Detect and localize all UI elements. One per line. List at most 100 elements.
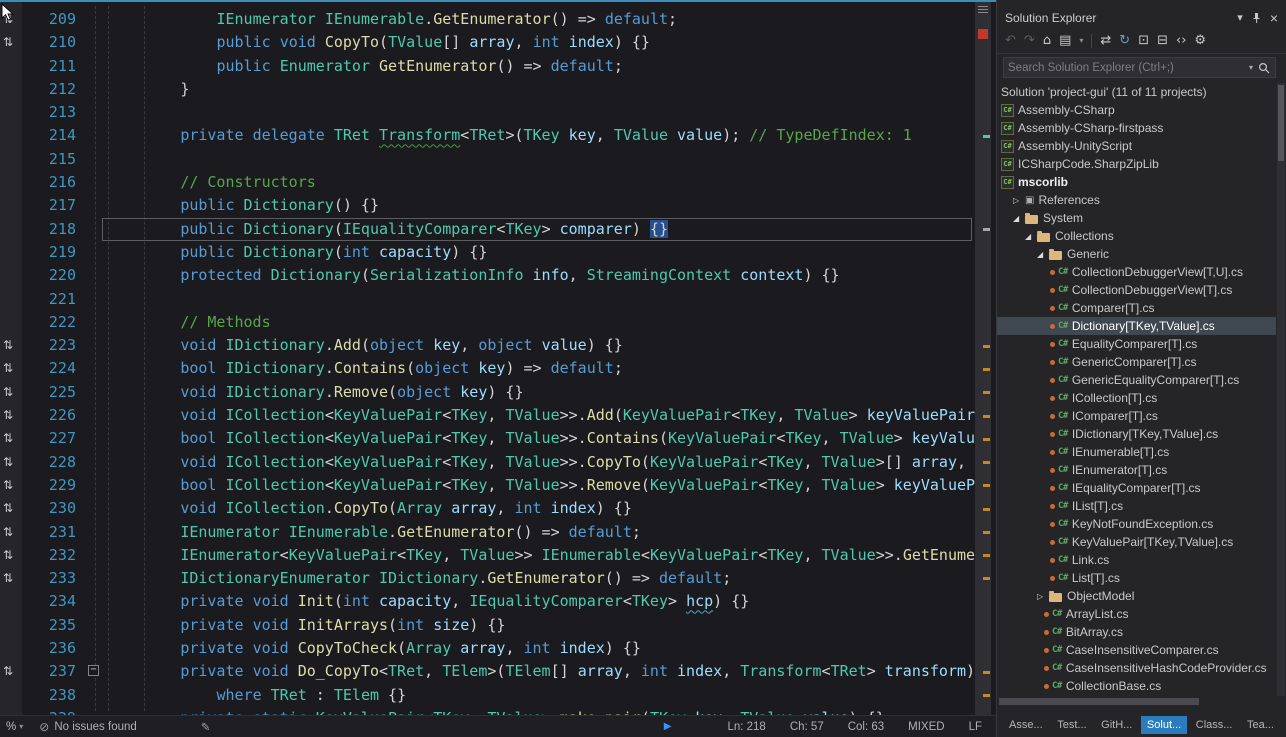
code-line[interactable]: ⇅232IEnumerator<KeyValuePair<TKey, TValu… bbox=[0, 544, 975, 567]
implements-icon[interactable]: ⇅ bbox=[3, 660, 13, 683]
code-line[interactable]: 234private void Init(int capacity, IEqua… bbox=[0, 590, 975, 613]
code-line[interactable]: 219public Dictionary(int capacity) {} bbox=[0, 241, 975, 264]
code-line[interactable]: ⇅224bool IDictionary.Contains(object key… bbox=[0, 357, 975, 380]
implements-icon[interactable]: ⇅ bbox=[3, 474, 13, 497]
implements-icon[interactable]: ⇅ bbox=[3, 521, 13, 544]
fold-collapse-icon[interactable]: − bbox=[88, 665, 99, 676]
tool-window-tab[interactable]: Solut... bbox=[1141, 716, 1187, 734]
tree-item[interactable]: C#CaseInsensitiveComparer.cs bbox=[997, 641, 1276, 659]
expander-icon[interactable]: ▷ bbox=[1037, 592, 1049, 601]
tree-item[interactable]: C#CollectionBase.cs bbox=[997, 677, 1276, 695]
home-icon[interactable]: ⌂ bbox=[1043, 34, 1051, 47]
switch-views-icon[interactable]: ▤ bbox=[1059, 34, 1071, 47]
code-line[interactable]: 211public Enumerator GetEnumerator() => … bbox=[0, 55, 975, 78]
tree-item[interactable]: C#IEqualityComparer[T].cs bbox=[997, 479, 1276, 497]
code-line[interactable]: ⇅237−private void Do_CopyTo<TRet, TElem>… bbox=[0, 660, 975, 683]
expander-icon[interactable]: ◢ bbox=[1013, 214, 1025, 223]
code-lines[interactable]: ⇅209IEnumerator IEnumerable.GetEnumerato… bbox=[0, 2, 975, 715]
code-line[interactable]: 215 bbox=[0, 148, 975, 171]
tree-item[interactable]: C#List[T].cs bbox=[997, 569, 1276, 587]
switch-views-dropdown-icon[interactable]: ▾ bbox=[1079, 37, 1083, 45]
implements-icon[interactable]: ⇅ bbox=[3, 427, 13, 450]
chevron-down-icon[interactable]: ▾ bbox=[19, 722, 23, 731]
code-line[interactable]: 217public Dictionary() {} bbox=[0, 194, 975, 217]
code-line[interactable]: ⇅233IDictionaryEnumerator IDictionary.Ge… bbox=[0, 567, 975, 590]
forward-icon[interactable]: ↷ bbox=[1024, 34, 1035, 47]
code-line[interactable]: 216// Constructors bbox=[0, 171, 975, 194]
tree-item[interactable]: ◢System bbox=[997, 209, 1276, 227]
tree-item[interactable]: C#IList[T].cs bbox=[997, 497, 1276, 515]
tree-item[interactable]: ▷▣References bbox=[997, 191, 1276, 209]
tree-item[interactable]: C#ArrayList.cs bbox=[997, 605, 1276, 623]
expander-icon[interactable]: ▷ bbox=[1013, 196, 1025, 205]
tool-window-tab[interactable]: Asse... bbox=[1003, 716, 1049, 734]
code-line[interactable]: 221 bbox=[0, 288, 975, 311]
code-line[interactable]: ⇅210public void CopyTo(TValue[] array, i… bbox=[0, 31, 975, 54]
sync-with-active-document-icon[interactable]: ⇄ bbox=[1100, 34, 1111, 47]
implements-icon[interactable]: ⇅ bbox=[3, 31, 13, 54]
tool-window-tab[interactable]: GitH... bbox=[1095, 716, 1138, 734]
code-line[interactable]: 235private void InitArrays(int size) {} bbox=[0, 614, 975, 637]
code-line[interactable]: ⇅231IEnumerator IEnumerable.GetEnumerato… bbox=[0, 521, 975, 544]
tree-item[interactable]: C#Comparer[T].cs bbox=[997, 299, 1276, 317]
code-line[interactable]: 214private delegate TRet Transform<TRet>… bbox=[0, 124, 975, 147]
tree-item[interactable]: C#IEnumerator[T].cs bbox=[997, 461, 1276, 479]
tree-item[interactable]: C#ICollection[T].cs bbox=[997, 389, 1276, 407]
scrollbar-thumb[interactable] bbox=[999, 698, 1199, 705]
tree-item[interactable]: C#GenericEqualityComparer[T].cs bbox=[997, 371, 1276, 389]
tree-item[interactable]: C#mscorlib bbox=[997, 173, 1276, 191]
search-icon[interactable] bbox=[1258, 62, 1270, 74]
implements-icon[interactable]: ⇅ bbox=[3, 451, 13, 474]
refresh-icon[interactable]: ↻ bbox=[1119, 34, 1130, 47]
line-ending-indicator[interactable]: LF bbox=[969, 721, 982, 733]
code-line[interactable]: ⇅227bool ICollection<KeyValuePair<TKey, … bbox=[0, 427, 975, 450]
tree-horizontal-scrollbar[interactable] bbox=[999, 698, 1272, 706]
tree-item[interactable]: C#Dictionary[TKey,TValue].cs bbox=[997, 317, 1276, 335]
tree-item[interactable]: C#EqualityComparer[T].cs bbox=[997, 335, 1276, 353]
tree-item[interactable]: C#IEnumerable[T].cs bbox=[997, 443, 1276, 461]
line-indicator[interactable]: Ln: 218 bbox=[727, 721, 765, 733]
implements-icon[interactable]: ⇅ bbox=[3, 497, 13, 520]
code-line[interactable]: ⇅228void ICollection<KeyValuePair<TKey, … bbox=[0, 451, 975, 474]
implements-icon[interactable]: ⇅ bbox=[3, 357, 13, 380]
implements-icon[interactable]: ⇅ bbox=[3, 381, 13, 404]
expander-icon[interactable]: ◢ bbox=[1037, 250, 1049, 259]
tree-item[interactable]: C#IDictionary[TKey,TValue].cs bbox=[997, 425, 1276, 443]
chevron-down-icon[interactable]: ▾ bbox=[1249, 63, 1253, 72]
tree-item[interactable]: C#CollectionDebuggerView[T].cs bbox=[997, 281, 1276, 299]
code-line[interactable]: ⇅225void IDictionary.Remove(object key) … bbox=[0, 381, 975, 404]
code-line[interactable]: ⇅209IEnumerator IEnumerable.GetEnumerato… bbox=[0, 8, 975, 31]
indentation-indicator[interactable]: MIXED bbox=[908, 721, 944, 733]
tree-item[interactable]: ▷ObjectModel bbox=[997, 587, 1276, 605]
show-all-files-icon[interactable]: ⊡ bbox=[1138, 34, 1149, 47]
code-line[interactable]: 218public Dictionary(IEqualityComparer<T… bbox=[0, 218, 975, 241]
search-input[interactable] bbox=[1004, 62, 1249, 74]
split-editor-handle[interactable] bbox=[978, 6, 988, 14]
tree-item[interactable]: C#Assembly-CSharp bbox=[997, 101, 1276, 119]
scrollbar-thumb[interactable] bbox=[1278, 85, 1284, 161]
play-icon[interactable]: ▶ bbox=[664, 721, 672, 732]
expander-icon[interactable]: ◢ bbox=[1025, 232, 1037, 241]
close-icon[interactable]: × bbox=[1270, 11, 1278, 25]
zoom-level[interactable]: % bbox=[6, 721, 16, 733]
code-line[interactable]: 239private static KeyValuePair<TKey, TVa… bbox=[0, 707, 975, 715]
editor-vertical-scrollbar[interactable] bbox=[975, 2, 991, 715]
tree-item[interactable]: C#BitArray.cs bbox=[997, 623, 1276, 641]
code-line[interactable]: 222// Methods bbox=[0, 311, 975, 334]
tree-item[interactable]: C#ICSharpCode.SharpZipLib bbox=[997, 155, 1276, 173]
implements-icon[interactable]: ⇅ bbox=[3, 334, 13, 357]
column-indicator[interactable]: Col: 63 bbox=[848, 721, 884, 733]
code-line[interactable]: ⇅229bool ICollection<KeyValuePair<TKey, … bbox=[0, 474, 975, 497]
tree-item[interactable]: Solution 'project-gui' (11 of 11 project… bbox=[997, 83, 1276, 101]
collapse-all-icon[interactable]: ⊟ bbox=[1157, 34, 1168, 47]
code-line[interactable]: 220protected Dictionary(SerializationInf… bbox=[0, 264, 975, 287]
properties-icon[interactable]: ⚙ bbox=[1194, 34, 1206, 47]
tree-item[interactable]: C#CollectionDebuggerView[T,U].cs bbox=[997, 263, 1276, 281]
tree-item[interactable]: C#KeyValuePair[TKey,TValue].cs bbox=[997, 533, 1276, 551]
tree-item[interactable]: C#CaseInsensitiveHashCodeProvider.cs bbox=[997, 659, 1276, 677]
view-code-icon[interactable]: ‹› bbox=[1176, 34, 1186, 47]
pin-icon[interactable] bbox=[1252, 12, 1261, 24]
tree-vertical-scrollbar[interactable] bbox=[1277, 83, 1285, 696]
implements-icon[interactable]: ⇅ bbox=[3, 567, 13, 590]
tree-item[interactable]: ◢Generic bbox=[997, 245, 1276, 263]
